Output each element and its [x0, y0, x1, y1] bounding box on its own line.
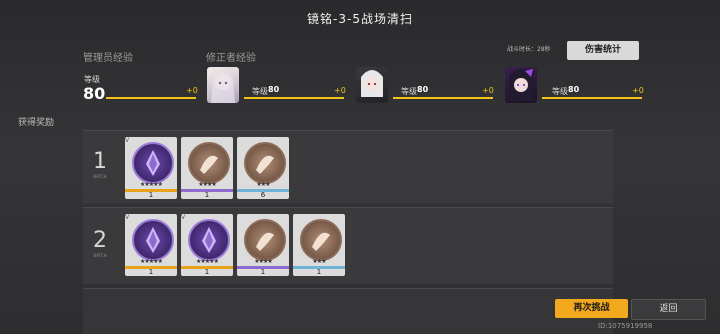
batch-1-label: BATCH	[93, 174, 107, 179]
purple-crystal-icon	[132, 142, 174, 184]
item-quantity: 1	[148, 191, 154, 199]
purple-crystal-icon	[188, 219, 230, 261]
member-1-gain: +0	[334, 86, 346, 95]
member-2-gain: +0	[482, 86, 494, 95]
item-stars: ★★★★	[198, 181, 217, 188]
rewards-label: 获得奖励	[18, 118, 55, 128]
retry-button[interactable]: 再次挑战	[555, 299, 628, 318]
item-stars: ★★★	[256, 181, 270, 188]
item-stars: ★★★	[312, 258, 326, 265]
admin-exp-bar	[106, 97, 196, 99]
item-quantity: 6	[260, 191, 266, 199]
reward-item[interactable]: ★★★★ 1	[237, 214, 289, 276]
batch-2-label: BATCH	[93, 253, 107, 258]
member-3-level-label: 等级	[552, 87, 568, 96]
brown-material-icon	[188, 142, 230, 184]
reward-item[interactable]: V ★★★★★ 1	[181, 214, 233, 276]
damage-stats-button[interactable]: 伤害统计	[567, 41, 639, 60]
batch-row-3-partial	[83, 288, 613, 334]
member-2-level: 80	[417, 85, 429, 94]
batch-2-number: 2	[93, 228, 107, 253]
battle-duration: 战斗时长：28秒	[507, 46, 551, 53]
reward-item[interactable]: ★★★ 1	[293, 214, 345, 276]
member-1-exp-bar	[244, 97, 344, 99]
fixer-exp-label: 修正者经验	[206, 53, 256, 64]
reward-item[interactable]: V ★★★★★ 1	[125, 214, 177, 276]
user-id: ID:1075919958	[598, 322, 653, 330]
brown-material-icon	[244, 219, 286, 261]
item-rank: V	[125, 214, 130, 221]
batch-row-1: 1 BATCH V ★★★★★ 1 ★★★★ 1 ★★★ 6	[83, 130, 613, 203]
member-portrait-3	[505, 67, 537, 103]
item-stars: ★★★★★	[140, 181, 163, 188]
purple-crystal-icon	[132, 219, 174, 261]
reward-item[interactable]: V ★★★★★ 1	[125, 137, 177, 199]
member-1-level: 80	[268, 85, 280, 94]
reward-item[interactable]: ★★★★ 1	[181, 137, 233, 199]
admin-exp-label: 管理员经验	[83, 53, 133, 64]
page-title: 镜铭-3-5战场清扫	[307, 12, 413, 26]
member-3-level: 80	[568, 85, 580, 94]
brown-material-icon	[300, 219, 342, 261]
member-1-level-label: 等级	[252, 87, 268, 96]
batch-1-number: 1	[93, 149, 107, 174]
brown-material-icon	[244, 142, 286, 184]
item-stars: ★★★★★	[196, 258, 219, 265]
item-quantity: 1	[204, 268, 210, 276]
reward-item[interactable]: ★★★ 6	[237, 137, 289, 199]
item-stars: ★★★★★	[140, 258, 163, 265]
member-portrait-2	[356, 67, 388, 103]
item-rank: V	[125, 137, 130, 144]
item-stars: ★★★★	[254, 258, 273, 265]
batch-row-2: 2 BATCH V ★★★★★ 1 V ★★★★★ 1 ★★★★ 1 ★★★ 1	[83, 207, 613, 284]
member-portrait-1	[207, 67, 239, 103]
item-quantity: 1	[204, 191, 210, 199]
member-2-exp-bar	[393, 97, 493, 99]
admin-exp-gain: +0	[186, 86, 198, 95]
item-quantity: 1	[260, 268, 266, 276]
item-quantity: 1	[148, 268, 154, 276]
back-button[interactable]: 返回	[631, 299, 706, 320]
member-3-gain: +0	[632, 86, 644, 95]
admin-level-value: 80	[83, 84, 106, 103]
item-rank: V	[181, 214, 186, 221]
member-2-level-label: 等级	[401, 87, 417, 96]
member-3-exp-bar	[542, 97, 642, 99]
item-quantity: 1	[316, 268, 322, 276]
